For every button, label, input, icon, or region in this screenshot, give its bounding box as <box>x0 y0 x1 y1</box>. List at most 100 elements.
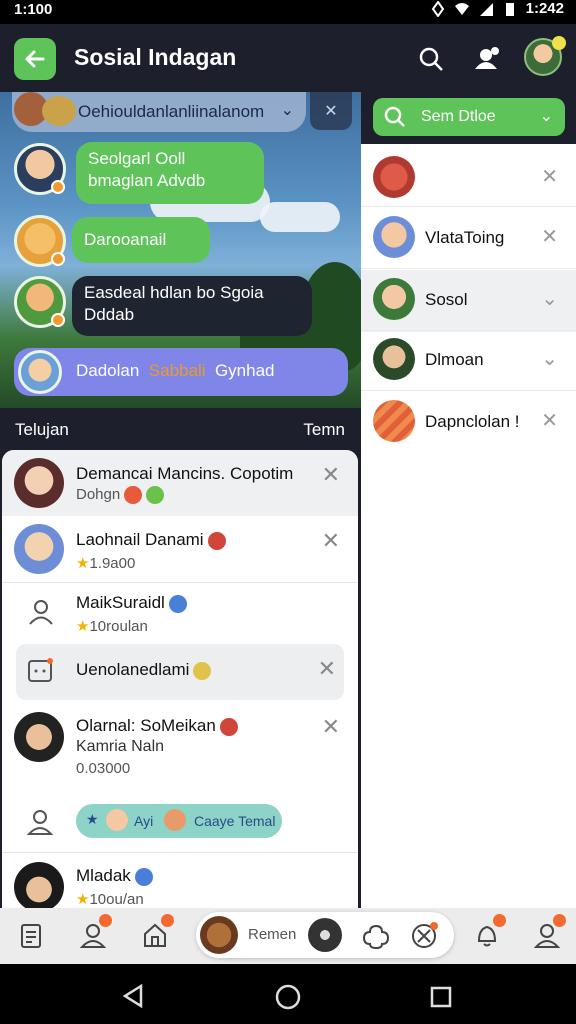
avatar <box>14 215 66 267</box>
status-time: 1:100 <box>14 1 53 18</box>
chat-header-title: Oehiouldanlanliinalanom <box>78 102 265 121</box>
nav-recents-icon[interactable] <box>430 986 452 1008</box>
avatar <box>14 862 64 908</box>
tab-home[interactable] <box>138 914 174 952</box>
contact-sub: Dohgn <box>76 486 165 505</box>
avatar <box>373 338 415 380</box>
camera-icon[interactable] <box>308 918 342 952</box>
close-icon[interactable]: ✕ <box>541 164 558 189</box>
contact-list: Demancai Mancins. Copotim Dohgn ✕ Laohna… <box>2 450 358 908</box>
avatar <box>42 96 76 126</box>
clover-icon[interactable] <box>362 922 390 950</box>
tab-bell[interactable] <box>470 914 506 952</box>
chat-header[interactable]: Oehiouldanlanliinalanom ⌄ <box>12 92 306 132</box>
list-item[interactable]: Demancai Mancins. Copotim Dohgn ✕ <box>2 450 358 516</box>
right-item-name: VlataToing <box>425 228 505 247</box>
app-bar: Sosial Indagan <box>0 24 576 92</box>
profile-avatar[interactable] <box>524 36 566 76</box>
right-list-item[interactable]: Dapnclolan ! ✕ <box>361 392 576 454</box>
divider <box>361 206 576 207</box>
data-sync-icon <box>431 0 444 17</box>
chevron-down-icon[interactable]: ⌄ <box>541 346 558 371</box>
status-icons: 1:242 <box>430 0 564 17</box>
notification-badge <box>493 914 506 927</box>
tab-profile[interactable] <box>76 914 112 952</box>
message-part: Gynhad <box>214 361 275 380</box>
status-right-time: 1:242 <box>525 0 564 17</box>
contact-name: Uenolanedlami <box>76 660 212 680</box>
list-item[interactable]: Mladak ★10ou/an <box>2 858 358 908</box>
back-button[interactable] <box>14 38 56 80</box>
avatar <box>14 524 64 574</box>
list-item[interactable]: Laohnail Danami ★1.9a00 ✕ <box>2 516 358 582</box>
message-part: Sabbali <box>148 361 206 380</box>
battery-icon <box>505 2 514 16</box>
list-item[interactable]: Uenolanedlami ✕ <box>16 644 344 700</box>
notifications-button[interactable] <box>470 42 504 76</box>
cloud-decoration <box>260 202 340 232</box>
contact-sub: ★10ou/an <box>76 890 144 908</box>
avatar <box>200 916 238 954</box>
message-text: Seolgarl Ooll bmaglan Advdb <box>76 142 264 204</box>
center-action-pill[interactable]: Remen <box>196 912 454 958</box>
nav-back-icon[interactable] <box>122 984 144 1008</box>
contact-name: Olarnal: SoMeikan <box>76 716 238 736</box>
tab-notes[interactable] <box>14 918 48 952</box>
right-list-item[interactable]: Dlmoan ⌄ <box>361 330 576 392</box>
close-icon: ✕ <box>324 103 338 120</box>
list-item[interactable]: MaikSuraidl ★10roulan <box>2 583 358 643</box>
right-list-item[interactable]: Sosol ⌄ <box>361 270 576 332</box>
chevron-down-icon[interactable]: ⌄ <box>541 286 558 311</box>
emoji-icon <box>193 661 212 680</box>
star-icon: ★ <box>76 891 90 908</box>
arrow-left-icon <box>25 50 45 68</box>
close-icon[interactable]: ✕ <box>322 714 340 740</box>
avatar <box>14 458 64 508</box>
contact-sub-text: 10roulan <box>89 618 148 635</box>
nav-home-icon[interactable] <box>275 984 301 1010</box>
right-list-item[interactable]: VlataToing ✕ <box>361 208 576 270</box>
avatar-badge <box>51 252 65 266</box>
avatar <box>373 216 415 258</box>
close-icon[interactable]: ✕ <box>318 656 336 682</box>
emoji-icon <box>219 717 238 736</box>
center-label: Remen <box>248 926 297 943</box>
contact-name-text: Laohnail Danami <box>76 530 204 549</box>
contact-name: Mladak <box>76 866 153 886</box>
close-icon[interactable]: ✕ <box>322 528 340 554</box>
close-chat-button[interactable]: ✕ <box>310 92 352 130</box>
close-icon[interactable]: ✕ <box>541 408 558 433</box>
emoji-icon <box>207 531 226 550</box>
cancel-circle-icon[interactable] <box>410 922 438 950</box>
right-list-item[interactable]: ✕ <box>361 148 576 210</box>
avatar <box>164 809 186 831</box>
emoji-icon <box>124 486 143 505</box>
message-text: Dadolan Sabbali Gynhad <box>14 348 348 396</box>
tab-account[interactable] <box>530 914 566 952</box>
search-label: Sem Dtloe <box>421 108 496 125</box>
contact-sub: ★10roulan <box>76 617 148 635</box>
group-chip[interactable]: ★ Ayi Caaye Temal <box>76 804 282 838</box>
user-outline-icon <box>29 600 53 625</box>
avatar <box>106 809 128 831</box>
clipboard-icon <box>21 924 41 948</box>
user-bell-icon <box>475 47 499 69</box>
system-nav-bar <box>0 964 576 1024</box>
avatar <box>14 276 66 328</box>
search-button[interactable] <box>414 42 448 76</box>
verified-icon <box>134 867 153 886</box>
close-icon[interactable]: ✕ <box>541 224 558 249</box>
star-icon: ★ <box>76 618 90 635</box>
divider <box>361 390 576 391</box>
contact-name: MaikSuraidl <box>76 593 187 613</box>
list-header-left[interactable]: Telujan <box>15 420 69 440</box>
list-item[interactable]: Olarnal: SoMeikan Kamria Naln 0.03000 ✕ <box>2 706 358 796</box>
notification-badge <box>99 914 112 927</box>
close-icon[interactable]: ✕ <box>322 462 340 488</box>
search-dropdown[interactable]: Sem Dtloe ⌄ <box>373 98 565 136</box>
verified-icon <box>168 594 187 613</box>
list-header-right[interactable]: Temn <box>303 420 345 440</box>
contact-name-text: Olarnal: SoMeikan <box>76 716 216 735</box>
star-icon: ★ <box>76 555 90 572</box>
contact-name-text: Uenolanedlami <box>76 660 190 679</box>
